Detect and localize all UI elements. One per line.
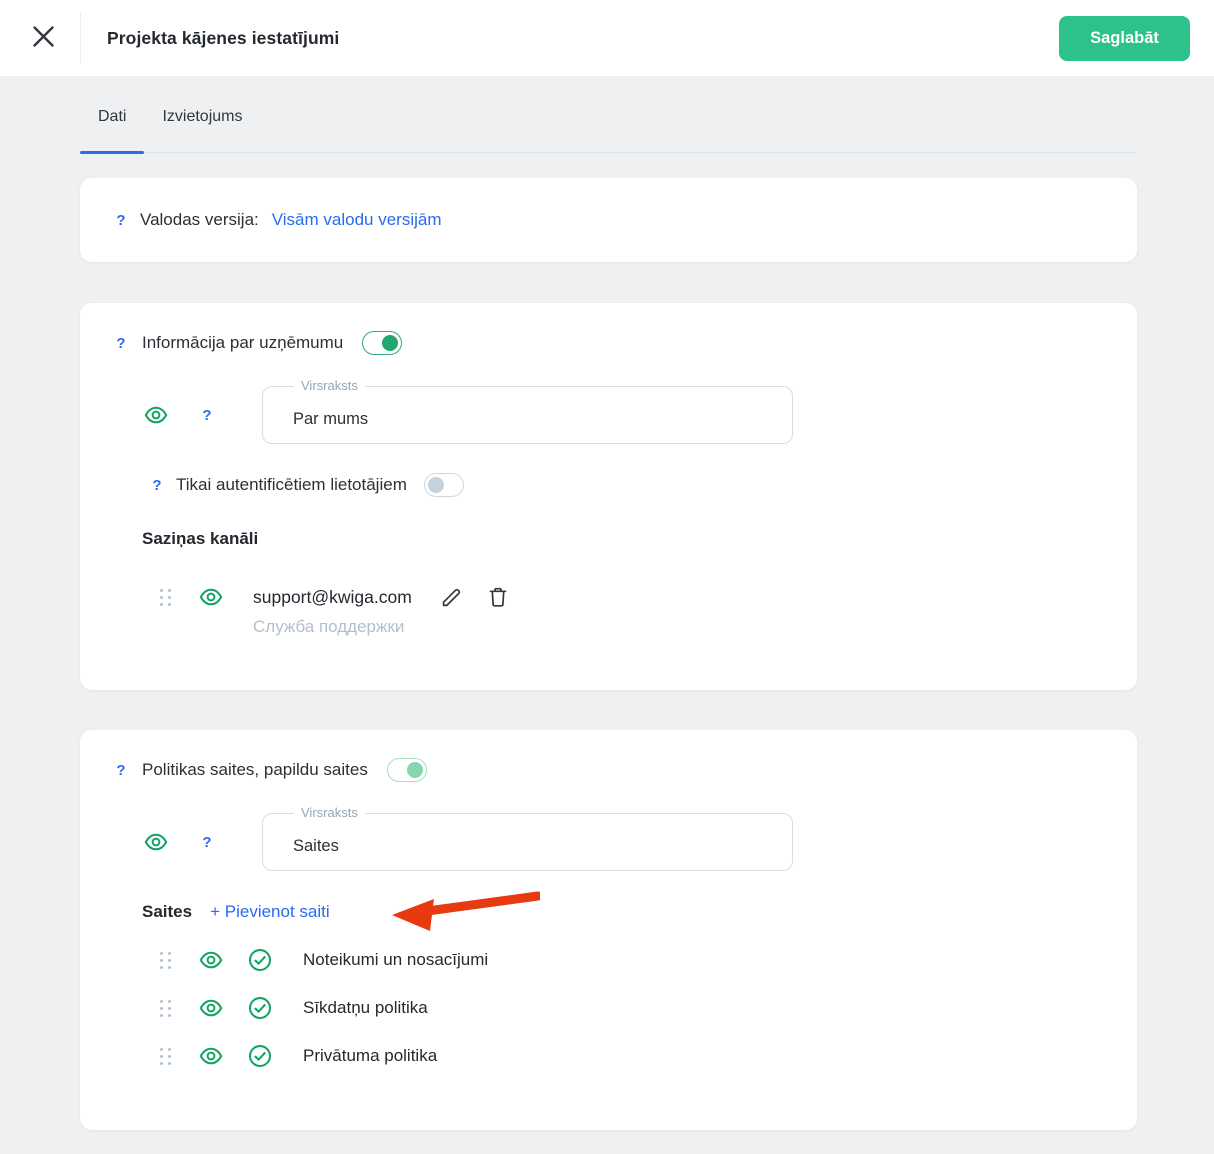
toggle-knob [406, 762, 423, 778]
auth-only-toggle[interactable] [423, 473, 464, 497]
delete-trash-icon[interactable] [486, 585, 510, 609]
save-button[interactable]: Saglabāt [1059, 15, 1190, 61]
policy-links-card: ? Politikas saites, papildu saites ? Vir… [80, 730, 1137, 1130]
auth-only-row: ? Tikai autentificētiem lietotājiem [151, 473, 1102, 497]
add-link-button[interactable]: + Pievienot saiti [210, 902, 330, 922]
visibility-eye-icon[interactable] [197, 948, 225, 972]
topbar-divider [80, 12, 81, 64]
help-icon[interactable]: ? [115, 762, 127, 779]
links-card-header: ? Politikas saites, papildu saites [115, 758, 1102, 782]
auth-only-label: Tikai autentificētiem lietotājiem [176, 475, 407, 494]
edit-pencil-icon[interactable] [440, 585, 464, 609]
links-section-title: Saites [142, 902, 193, 921]
close-icon [30, 23, 57, 53]
visibility-eye-icon[interactable] [142, 830, 170, 854]
drag-handle[interactable] [158, 950, 173, 971]
company-info-card: ? Informācija par uzņēmumu ? Virsraksts … [80, 303, 1137, 690]
red-arrow-annotation [390, 890, 543, 937]
language-version-link[interactable]: Visām valodu versijām [272, 210, 442, 230]
links-title-input[interactable] [262, 813, 793, 871]
active-check-icon[interactable] [247, 947, 273, 973]
link-label: Sīkdatņu politika [303, 998, 428, 1017]
field-label: Virsraksts [294, 378, 365, 393]
help-icon[interactable]: ? [151, 477, 163, 494]
visibility-eye-icon[interactable] [197, 996, 225, 1020]
visibility-eye-icon[interactable] [142, 403, 170, 427]
link-item: Sīkdatņu politika [158, 995, 1102, 1021]
drag-handle[interactable] [158, 1046, 173, 1067]
toggle-knob [427, 477, 444, 493]
close-button[interactable] [20, 15, 66, 61]
policy-links-toggle[interactable] [386, 758, 427, 782]
company-card-header: ? Informācija par uzņēmumu [115, 331, 1102, 355]
help-icon[interactable]: ? [115, 335, 127, 352]
drag-handle[interactable] [158, 587, 173, 608]
company-title-input[interactable] [262, 386, 793, 444]
links-title-field: Virsraksts [262, 805, 793, 871]
help-icon[interactable]: ? [201, 834, 213, 851]
drag-handle[interactable] [158, 998, 173, 1019]
tab-bar: Dati Izvietojums [80, 96, 1137, 154]
language-version-label: Valodas versija: [140, 210, 259, 229]
links-title-field-row: ? Virsraksts [115, 805, 1102, 871]
toggle-knob [382, 335, 399, 351]
help-icon[interactable]: ? [115, 212, 127, 229]
channel-row: support@kwiga.com Служба поддержки [158, 582, 1102, 642]
company-title-field-row: ? Virsraksts [115, 378, 1102, 444]
links-header-row: Saites + Pievienot saiti [142, 891, 1102, 931]
visibility-eye-icon[interactable] [197, 585, 225, 609]
channels-section-title: Saziņas kanāli [142, 529, 259, 548]
link-label: Noteikumi un nosacījumi [303, 950, 489, 969]
channel-email: support@kwiga.com [253, 587, 412, 607]
link-item: Noteikumi un nosacījumi [158, 947, 1102, 973]
active-check-icon[interactable] [247, 1043, 273, 1069]
company-toggle[interactable] [362, 331, 403, 355]
company-card-title: Informācija par uzņēmumu [142, 333, 344, 352]
topbar: Projekta kājenes iestatījumi Saglabāt [0, 0, 1214, 76]
link-label: Privātuma politika [303, 1046, 438, 1065]
visibility-eye-icon[interactable] [197, 1044, 225, 1068]
page-title: Projekta kājenes iestatījumi [107, 27, 340, 48]
active-check-icon[interactable] [247, 995, 273, 1021]
channel-text: support@kwiga.com Служба поддержки [253, 582, 412, 642]
links-card-title: Politikas saites, papildu saites [142, 760, 368, 779]
help-icon[interactable]: ? [201, 407, 213, 424]
language-version-card: ? Valodas versija: Visām valodu versijām [80, 178, 1137, 262]
channel-description: Служба поддержки [253, 617, 405, 636]
company-title-field: Virsraksts [262, 378, 793, 444]
field-label: Virsraksts [294, 805, 365, 820]
tab-dati[interactable]: Dati [80, 96, 145, 154]
tab-izvietojums[interactable]: Izvietojums [144, 96, 260, 152]
link-item: Privātuma politika [158, 1043, 1102, 1069]
